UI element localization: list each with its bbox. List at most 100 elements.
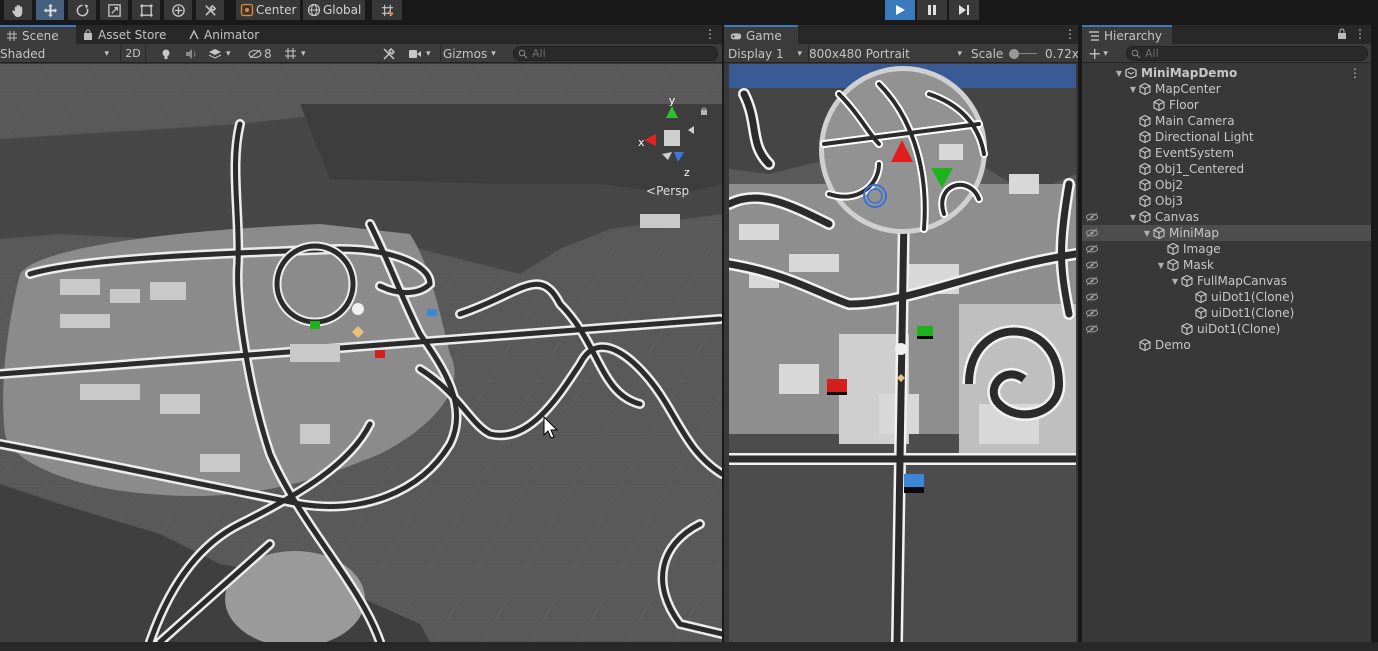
tab-hierarchy-label: Hierarchy bbox=[1104, 28, 1163, 43]
gizmos-label: Gizmos bbox=[443, 46, 488, 61]
pause-button[interactable] bbox=[917, 0, 947, 20]
scene-tools-button[interactable] bbox=[382, 44, 396, 63]
visibility-eye-icon[interactable] bbox=[1085, 324, 1099, 334]
visibility-eye-icon[interactable] bbox=[1085, 260, 1099, 270]
scale-slider[interactable] bbox=[1009, 44, 1037, 63]
rotate-tool-button[interactable] bbox=[68, 0, 96, 20]
hierarchy-item[interactable]: Obj1_Centered bbox=[1082, 161, 1371, 177]
transform-tool-button[interactable] bbox=[164, 0, 192, 20]
hierarchy-item[interactable]: EventSystem bbox=[1082, 145, 1371, 161]
step-icon bbox=[959, 5, 969, 15]
game-view[interactable] bbox=[729, 64, 1076, 642]
lighting-toggle[interactable] bbox=[160, 44, 172, 63]
hierarchy-menu-icon[interactable]: ⋮ bbox=[1354, 27, 1366, 41]
2d-toggle[interactable]: 2D bbox=[120, 44, 146, 63]
hierarchy-item[interactable]: Image bbox=[1082, 241, 1371, 257]
visibility-eye-icon[interactable] bbox=[1085, 212, 1099, 222]
hand-tool-button[interactable] bbox=[4, 0, 32, 20]
hierarchy-item[interactable]: uiDot1(Clone) bbox=[1082, 305, 1371, 321]
hierarchy-item[interactable]: Demo bbox=[1082, 337, 1371, 353]
scale-tool-button[interactable] bbox=[100, 0, 128, 20]
hierarchy-panel: Hierarchy ⋮ + ▾ All ▼ MiniMapDemo ⋮ ▼ MapCent… bbox=[1082, 25, 1371, 642]
game-menu-icon[interactable]: ⋮ bbox=[1064, 27, 1076, 41]
obj-green-marker bbox=[310, 321, 320, 329]
hidden-objects-toggle[interactable]: 8 bbox=[248, 44, 272, 63]
tab-asset-store[interactable]: Asset Store bbox=[76, 25, 172, 44]
search-icon bbox=[518, 49, 528, 59]
hierarchy-item[interactable]: ▼ MapCenter bbox=[1082, 81, 1371, 97]
grid-icon bbox=[285, 48, 296, 59]
visibility-eye-icon[interactable] bbox=[1085, 244, 1099, 254]
visibility-eye-icon[interactable] bbox=[1085, 228, 1099, 238]
hierarchy-item[interactable]: Obj2 bbox=[1082, 177, 1371, 193]
scene-root-menu-icon[interactable]: ⋮ bbox=[1349, 66, 1361, 80]
gameobject-cube-icon bbox=[1139, 82, 1151, 96]
expand-arrow-icon[interactable]: ▼ bbox=[1128, 85, 1138, 94]
pivot-mode-toggle[interactable]: Center bbox=[236, 0, 301, 20]
scene-menu-icon[interactable]: ⋮ bbox=[704, 27, 716, 41]
hierarchy-item[interactable]: Floor bbox=[1082, 97, 1371, 113]
hierarchy-search-input[interactable]: All bbox=[1126, 46, 1368, 61]
gameobject-cube-icon bbox=[1139, 194, 1151, 208]
expand-arrow-icon[interactable]: ▼ bbox=[1128, 213, 1138, 222]
scene-view[interactable]: y x z <Persp bbox=[0, 64, 722, 642]
visibility-eye-icon[interactable] bbox=[1085, 276, 1099, 286]
expand-arrow-icon[interactable]: ▼ bbox=[1142, 229, 1152, 238]
plus-icon: + bbox=[1088, 43, 1102, 63]
hierarchy-item[interactable]: uiDot1(Clone) bbox=[1082, 289, 1371, 305]
step-button[interactable] bbox=[949, 0, 979, 20]
hierarchy-tabbar: Hierarchy ⋮ bbox=[1082, 25, 1371, 44]
rotate-icon bbox=[76, 3, 88, 16]
rect-tool-button[interactable] bbox=[132, 0, 160, 20]
hierarchy-item[interactable]: uiDot1(Clone) bbox=[1082, 321, 1371, 337]
orientation-gizmo[interactable]: y x z bbox=[630, 94, 710, 189]
hierarchy-item[interactable]: ▼ Mask bbox=[1082, 257, 1371, 273]
grid-dropdown[interactable] bbox=[284, 44, 306, 63]
scale-icon bbox=[107, 3, 121, 17]
shading-mode-dropdown[interactable]: Shaded bbox=[0, 44, 112, 63]
perspective-label: Persp bbox=[656, 184, 690, 198]
create-dropdown[interactable]: + ▾ bbox=[1088, 44, 1108, 63]
hierarchy-item[interactable]: ▼ FullMapCanvas bbox=[1082, 273, 1371, 289]
camera-dropdown[interactable] bbox=[408, 44, 431, 63]
hierarchy-item[interactable]: Main Camera bbox=[1082, 113, 1371, 129]
audio-toggle[interactable] bbox=[185, 44, 197, 63]
move-tool-button[interactable] bbox=[36, 0, 64, 20]
lock-icon[interactable] bbox=[1337, 28, 1347, 40]
hierarchy-search-icon bbox=[1131, 49, 1141, 59]
hierarchy-item-label: Obj3 bbox=[1155, 194, 1184, 208]
hierarchy-item[interactable]: Directional Light bbox=[1082, 129, 1371, 145]
hierarchy-item[interactable]: Obj3 bbox=[1082, 193, 1371, 209]
tab-hierarchy[interactable]: Hierarchy bbox=[1082, 25, 1172, 44]
perspective-toggle[interactable]: <Persp bbox=[646, 184, 689, 198]
gizmos-dropdown[interactable]: Gizmos bbox=[440, 44, 496, 63]
hierarchy-item[interactable]: ▼ Canvas bbox=[1082, 209, 1371, 225]
visibility-eye-icon[interactable] bbox=[1085, 308, 1099, 318]
effects-dropdown[interactable] bbox=[208, 44, 231, 63]
tab-game[interactable]: Game bbox=[724, 25, 798, 44]
hierarchy-item-label: Image bbox=[1183, 242, 1221, 256]
resolution-dropdown[interactable]: 800x480 Portrait bbox=[808, 44, 962, 63]
hierarchy-toolbar: + ▾ All bbox=[1082, 44, 1371, 63]
hierarchy-item-label: EventSystem bbox=[1155, 146, 1235, 160]
expand-arrow-icon[interactable]: ▼ bbox=[1156, 261, 1166, 270]
hierarchy-item[interactable]: ▼ MiniMapDemo ⋮ bbox=[1082, 65, 1371, 81]
tools-icon bbox=[204, 4, 216, 16]
visibility-eye-icon[interactable] bbox=[1085, 292, 1099, 302]
tab-scene[interactable]: Scene bbox=[0, 25, 76, 44]
expand-arrow-icon[interactable]: ▼ bbox=[1114, 69, 1124, 78]
play-button[interactable] bbox=[885, 0, 915, 20]
space-mode-toggle[interactable]: Global bbox=[303, 0, 366, 20]
tab-animator[interactable]: Animator bbox=[182, 25, 265, 44]
hierarchy-item[interactable]: ▼ MiniMap bbox=[1082, 225, 1371, 241]
pause-icon bbox=[928, 5, 936, 15]
hierarchy-item-label: uiDot1(Clone) bbox=[1211, 306, 1295, 320]
grid-snap-button[interactable] bbox=[372, 0, 402, 20]
hierarchy-item-label: uiDot1(Clone) bbox=[1211, 290, 1295, 304]
tab-animator-label: Animator bbox=[204, 27, 260, 42]
obj-blue-marker bbox=[427, 309, 437, 316]
expand-arrow-icon[interactable]: ▼ bbox=[1170, 277, 1180, 286]
scene-search-input[interactable]: All bbox=[513, 46, 718, 61]
custom-tool-button[interactable] bbox=[196, 0, 224, 20]
display-dropdown[interactable]: Display 1 bbox=[728, 44, 802, 63]
